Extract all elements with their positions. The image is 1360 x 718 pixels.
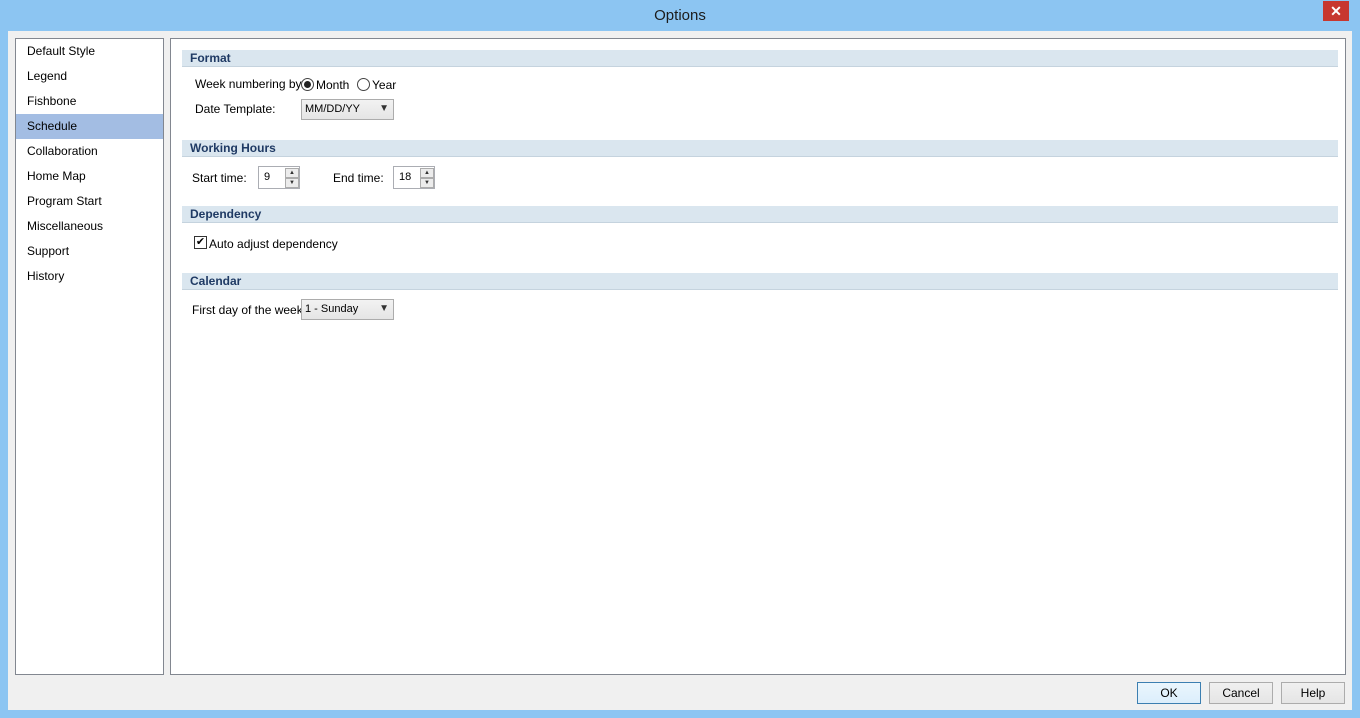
auto-adjust-checkbox[interactable]: ✔ bbox=[194, 236, 207, 249]
sidebar-item-miscellaneous[interactable]: Miscellaneous bbox=[16, 214, 163, 239]
year-radio-label[interactable]: Year bbox=[372, 78, 396, 92]
sidebar-item-history[interactable]: History bbox=[16, 264, 163, 289]
options-sidebar: Default Style Legend Fishbone Schedule C… bbox=[15, 38, 164, 675]
working-hours-header: Working Hours bbox=[190, 141, 276, 155]
year-radio[interactable] bbox=[357, 78, 370, 91]
first-day-select[interactable]: 1 - Sunday ▼ bbox=[301, 299, 394, 320]
week-numbering-label: Week numbering by bbox=[195, 77, 302, 91]
start-time-value[interactable]: 9 bbox=[264, 171, 270, 183]
dependency-section-header: Dependency bbox=[182, 206, 1338, 223]
end-time-up-button[interactable]: ▲ bbox=[420, 168, 434, 178]
start-time-down-button[interactable]: ▼ bbox=[285, 178, 299, 188]
date-template-select[interactable]: MM/DD/YY ▼ bbox=[301, 99, 394, 120]
sidebar-item-legend[interactable]: Legend bbox=[16, 64, 163, 89]
sidebar-item-support[interactable]: Support bbox=[16, 239, 163, 264]
schedule-panel: Format Week numbering by Month Year Date… bbox=[170, 38, 1346, 675]
start-time-up-button[interactable]: ▲ bbox=[285, 168, 299, 178]
sidebar-item-default-style[interactable]: Default Style bbox=[16, 39, 163, 64]
end-time-stepper[interactable]: 18 ▲ ▼ bbox=[393, 166, 435, 189]
date-template-label: Date Template: bbox=[195, 102, 276, 116]
format-section-header: Format bbox=[182, 50, 1338, 67]
auto-adjust-label[interactable]: Auto adjust dependency bbox=[209, 237, 338, 251]
help-button[interactable]: Help bbox=[1281, 682, 1345, 704]
end-time-label: End time: bbox=[333, 171, 384, 185]
chevron-down-icon: ▼ bbox=[379, 303, 389, 314]
month-radio-label[interactable]: Month bbox=[316, 78, 349, 92]
date-template-value: MM/DD/YY bbox=[305, 103, 360, 115]
sidebar-item-program-start[interactable]: Program Start bbox=[16, 189, 163, 214]
dependency-header: Dependency bbox=[190, 207, 262, 221]
start-time-label: Start time: bbox=[192, 171, 247, 185]
chevron-down-icon: ▼ bbox=[379, 103, 389, 114]
radio-selected-dot bbox=[304, 81, 311, 88]
sidebar-item-home-map[interactable]: Home Map bbox=[16, 164, 163, 189]
working-hours-section-header: Working Hours bbox=[182, 140, 1338, 157]
end-time-down-button[interactable]: ▼ bbox=[420, 178, 434, 188]
sidebar-item-collaboration[interactable]: Collaboration bbox=[16, 139, 163, 164]
cancel-button[interactable]: Cancel bbox=[1209, 682, 1273, 704]
sidebar-item-schedule[interactable]: Schedule bbox=[16, 114, 163, 139]
calendar-section-header: Calendar bbox=[182, 273, 1338, 290]
start-time-stepper[interactable]: 9 ▲ ▼ bbox=[258, 166, 300, 189]
first-day-value: 1 - Sunday bbox=[305, 303, 359, 315]
window-title: Options bbox=[654, 7, 706, 24]
close-button[interactable]: ✕ bbox=[1323, 1, 1349, 21]
format-header: Format bbox=[190, 51, 231, 65]
first-day-label: First day of the week: bbox=[192, 303, 307, 317]
end-time-value[interactable]: 18 bbox=[399, 171, 411, 183]
title-bar: Options ✕ bbox=[0, 0, 1360, 31]
month-radio[interactable] bbox=[301, 78, 314, 91]
dialog-client: Default Style Legend Fishbone Schedule C… bbox=[8, 31, 1352, 710]
calendar-header: Calendar bbox=[190, 274, 242, 288]
ok-button[interactable]: OK bbox=[1137, 682, 1201, 704]
sidebar-item-fishbone[interactable]: Fishbone bbox=[16, 89, 163, 114]
